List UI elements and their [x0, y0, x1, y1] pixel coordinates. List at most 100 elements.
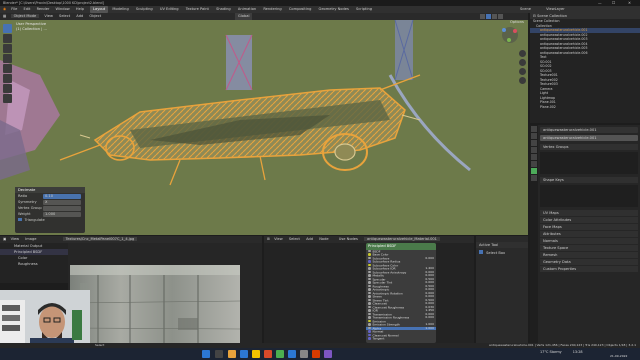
- section-shape-keys[interactable]: Shape Keys: [540, 177, 638, 183]
- socket-icon[interactable]: [368, 284, 371, 287]
- socket-icon[interactable]: [368, 326, 371, 329]
- zoom-icon[interactable]: [519, 50, 526, 57]
- section-remesh[interactable]: Remesh: [540, 252, 638, 258]
- socket-icon[interactable]: [368, 323, 371, 326]
- viewport-menu-view[interactable]: View: [44, 14, 53, 18]
- node-menu-view[interactable]: View: [274, 237, 283, 241]
- socket-icon[interactable]: [368, 291, 371, 294]
- taskbar-app-icon[interactable]: [240, 350, 249, 358]
- properties-object-name[interactable]: antiquewasteruralvehicle.001: [540, 127, 638, 133]
- weather-widget[interactable]: 17°C Stormy: [540, 350, 562, 354]
- socket-icon[interactable]: [368, 263, 371, 266]
- socket-icon[interactable]: [368, 302, 371, 305]
- socket-icon[interactable]: [368, 270, 371, 273]
- section-geometry-data[interactable]: Geometry Data: [540, 259, 638, 265]
- image-editor-type-icon[interactable]: ▣: [3, 237, 6, 241]
- tab-sculpting[interactable]: Sculpting: [133, 6, 156, 13]
- window-maximize-button[interactable]: ☐: [612, 1, 615, 5]
- socket-icon[interactable]: [368, 256, 371, 259]
- section-texture-space[interactable]: Texture Space: [540, 245, 638, 251]
- taskbar-app-icon[interactable]: [228, 350, 237, 358]
- object-mode-dropdown[interactable]: Object Mode: [10, 14, 40, 18]
- render-tab-icon[interactable]: [531, 133, 537, 139]
- tab-uv-editing[interactable]: UV Editing: [157, 6, 182, 13]
- image-menu-image[interactable]: Image: [25, 237, 36, 241]
- scene-tab-icon[interactable]: [531, 147, 537, 153]
- measure-tool-icon[interactable]: [3, 94, 12, 103]
- tab-rendering[interactable]: Rendering: [260, 6, 284, 13]
- tab-scripting[interactable]: Scripting: [353, 6, 375, 13]
- view-layer-selector[interactable]: ViewLayer: [546, 7, 565, 11]
- socket-icon[interactable]: [368, 333, 371, 336]
- socket-icon[interactable]: [368, 281, 371, 284]
- operator-field-value[interactable]: [43, 205, 81, 211]
- operator-checkbox-triangulate[interactable]: Triangulate: [15, 217, 85, 223]
- tab-compositing[interactable]: Compositing: [286, 6, 315, 13]
- sidebar-panel-title[interactable]: Active Tool: [476, 242, 528, 248]
- viewport-menu-object[interactable]: Object: [89, 14, 101, 18]
- 3d-viewport[interactable]: User Perspective (1) Collection | ... Op…: [0, 20, 528, 235]
- menu-edit[interactable]: Edit: [23, 7, 30, 11]
- socket-icon[interactable]: [368, 316, 371, 319]
- cursor-tool-icon[interactable]: [3, 34, 12, 43]
- socket-icon[interactable]: [368, 312, 371, 315]
- tab-layout[interactable]: Layout: [90, 6, 109, 13]
- operator-field-value[interactable]: 0.10: [43, 193, 81, 199]
- shape-keys-list[interactable]: [540, 185, 638, 207]
- socket-icon[interactable]: [368, 260, 371, 263]
- scale-tool-icon[interactable]: [3, 64, 12, 73]
- section-vertex-groups[interactable]: Vertex Groups: [540, 144, 638, 150]
- section-custom-properties[interactable]: Custom Properties: [540, 266, 638, 272]
- taskbar-app-icon[interactable]: [312, 350, 321, 358]
- node-editor-type-icon[interactable]: ⊞: [267, 237, 270, 241]
- modifier-tab-icon[interactable]: [531, 161, 537, 167]
- checkbox-icon[interactable]: [18, 217, 22, 221]
- socket-icon[interactable]: [368, 267, 371, 270]
- taskbar-app-icon[interactable]: [264, 350, 273, 358]
- window-minimize-button[interactable]: —: [598, 1, 602, 5]
- node-menu-node[interactable]: Node: [319, 237, 328, 241]
- use-nodes-checkbox[interactable]: Use Nodes: [339, 237, 358, 241]
- socket-icon[interactable]: [368, 249, 371, 252]
- section-face-maps[interactable]: Face Maps: [540, 224, 638, 230]
- tool-tab-icon[interactable]: [531, 126, 537, 132]
- material-selector[interactable]: antiquewasteruralvehicle_Material.001: [364, 237, 440, 241]
- image-menu-view[interactable]: View: [11, 237, 20, 241]
- taskbar-app-icon[interactable]: [300, 350, 309, 358]
- transform-orientation-dropdown[interactable]: Global: [235, 13, 253, 20]
- viewport-options-button[interactable]: Options: [510, 20, 524, 24]
- section-normals[interactable]: Normals: [540, 238, 638, 244]
- node-menu-add[interactable]: Add: [306, 237, 313, 241]
- menu-help[interactable]: Help: [76, 7, 84, 11]
- move-tool-icon[interactable]: [3, 44, 12, 53]
- window-close-button[interactable]: ✕: [628, 1, 631, 5]
- vertex-groups-list[interactable]: [540, 152, 638, 174]
- socket-icon[interactable]: [368, 305, 371, 308]
- socket-icon[interactable]: [368, 277, 371, 280]
- menu-file[interactable]: File: [11, 7, 17, 11]
- pan-icon[interactable]: [519, 59, 526, 66]
- socket-icon[interactable]: [368, 298, 371, 301]
- image-editor-canvas[interactable]: [68, 243, 262, 347]
- rotate-tool-icon[interactable]: [3, 54, 12, 63]
- node-socket-row[interactable]: Tangent: [366, 337, 436, 341]
- windows-start-icon[interactable]: [202, 350, 210, 358]
- mesh-data-tab-icon[interactable]: [531, 168, 537, 174]
- taskbar-app-icon[interactable]: [288, 350, 297, 358]
- transform-tool-icon[interactable]: [3, 74, 12, 83]
- tab-texture-paint[interactable]: Texture Paint: [183, 6, 212, 13]
- select-tool-icon[interactable]: [3, 24, 12, 33]
- socket-icon[interactable]: [368, 330, 371, 333]
- scene-selector[interactable]: Scene: [520, 7, 531, 11]
- operator-field-weight[interactable]: Weight 1.000: [15, 211, 85, 217]
- camera-view-icon[interactable]: [519, 68, 526, 75]
- node-menu-select[interactable]: Select: [289, 237, 300, 241]
- socket-icon[interactable]: [368, 295, 371, 298]
- tab-modeling[interactable]: Modeling: [109, 6, 131, 13]
- annotate-tool-icon[interactable]: [3, 84, 12, 93]
- section-attributes[interactable]: Attributes: [540, 231, 638, 237]
- socket-icon[interactable]: [368, 274, 371, 277]
- taskbar-app-icon[interactable]: [324, 350, 333, 358]
- section-uv-maps[interactable]: UV Maps: [540, 210, 638, 216]
- viewport-menu-select[interactable]: Select: [59, 14, 70, 18]
